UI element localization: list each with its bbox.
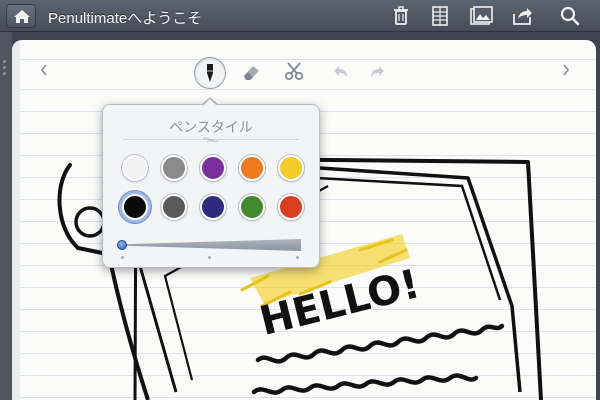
pen-style-popover: ペンスタイル <box>102 104 320 268</box>
color-swatch-black[interactable] <box>122 194 148 220</box>
pen-thickness-slider[interactable] <box>119 239 301 251</box>
color-swatch-gray[interactable] <box>161 155 187 181</box>
slider-knob[interactable] <box>117 240 127 250</box>
slider-tick <box>208 256 211 259</box>
slider-tick <box>296 256 299 259</box>
slider-tick <box>121 256 124 259</box>
color-swatch-white[interactable] <box>122 155 148 181</box>
color-swatch-green[interactable] <box>239 194 265 220</box>
color-swatch-yellow[interactable] <box>278 155 304 181</box>
ornament-icon <box>202 137 220 143</box>
color-swatch-dark-gray[interactable] <box>161 194 187 220</box>
color-swatch-orange[interactable] <box>239 155 265 181</box>
color-swatch-indigo[interactable] <box>200 194 226 220</box>
color-swatch-red[interactable] <box>278 194 304 220</box>
color-swatch-purple[interactable] <box>200 155 226 181</box>
